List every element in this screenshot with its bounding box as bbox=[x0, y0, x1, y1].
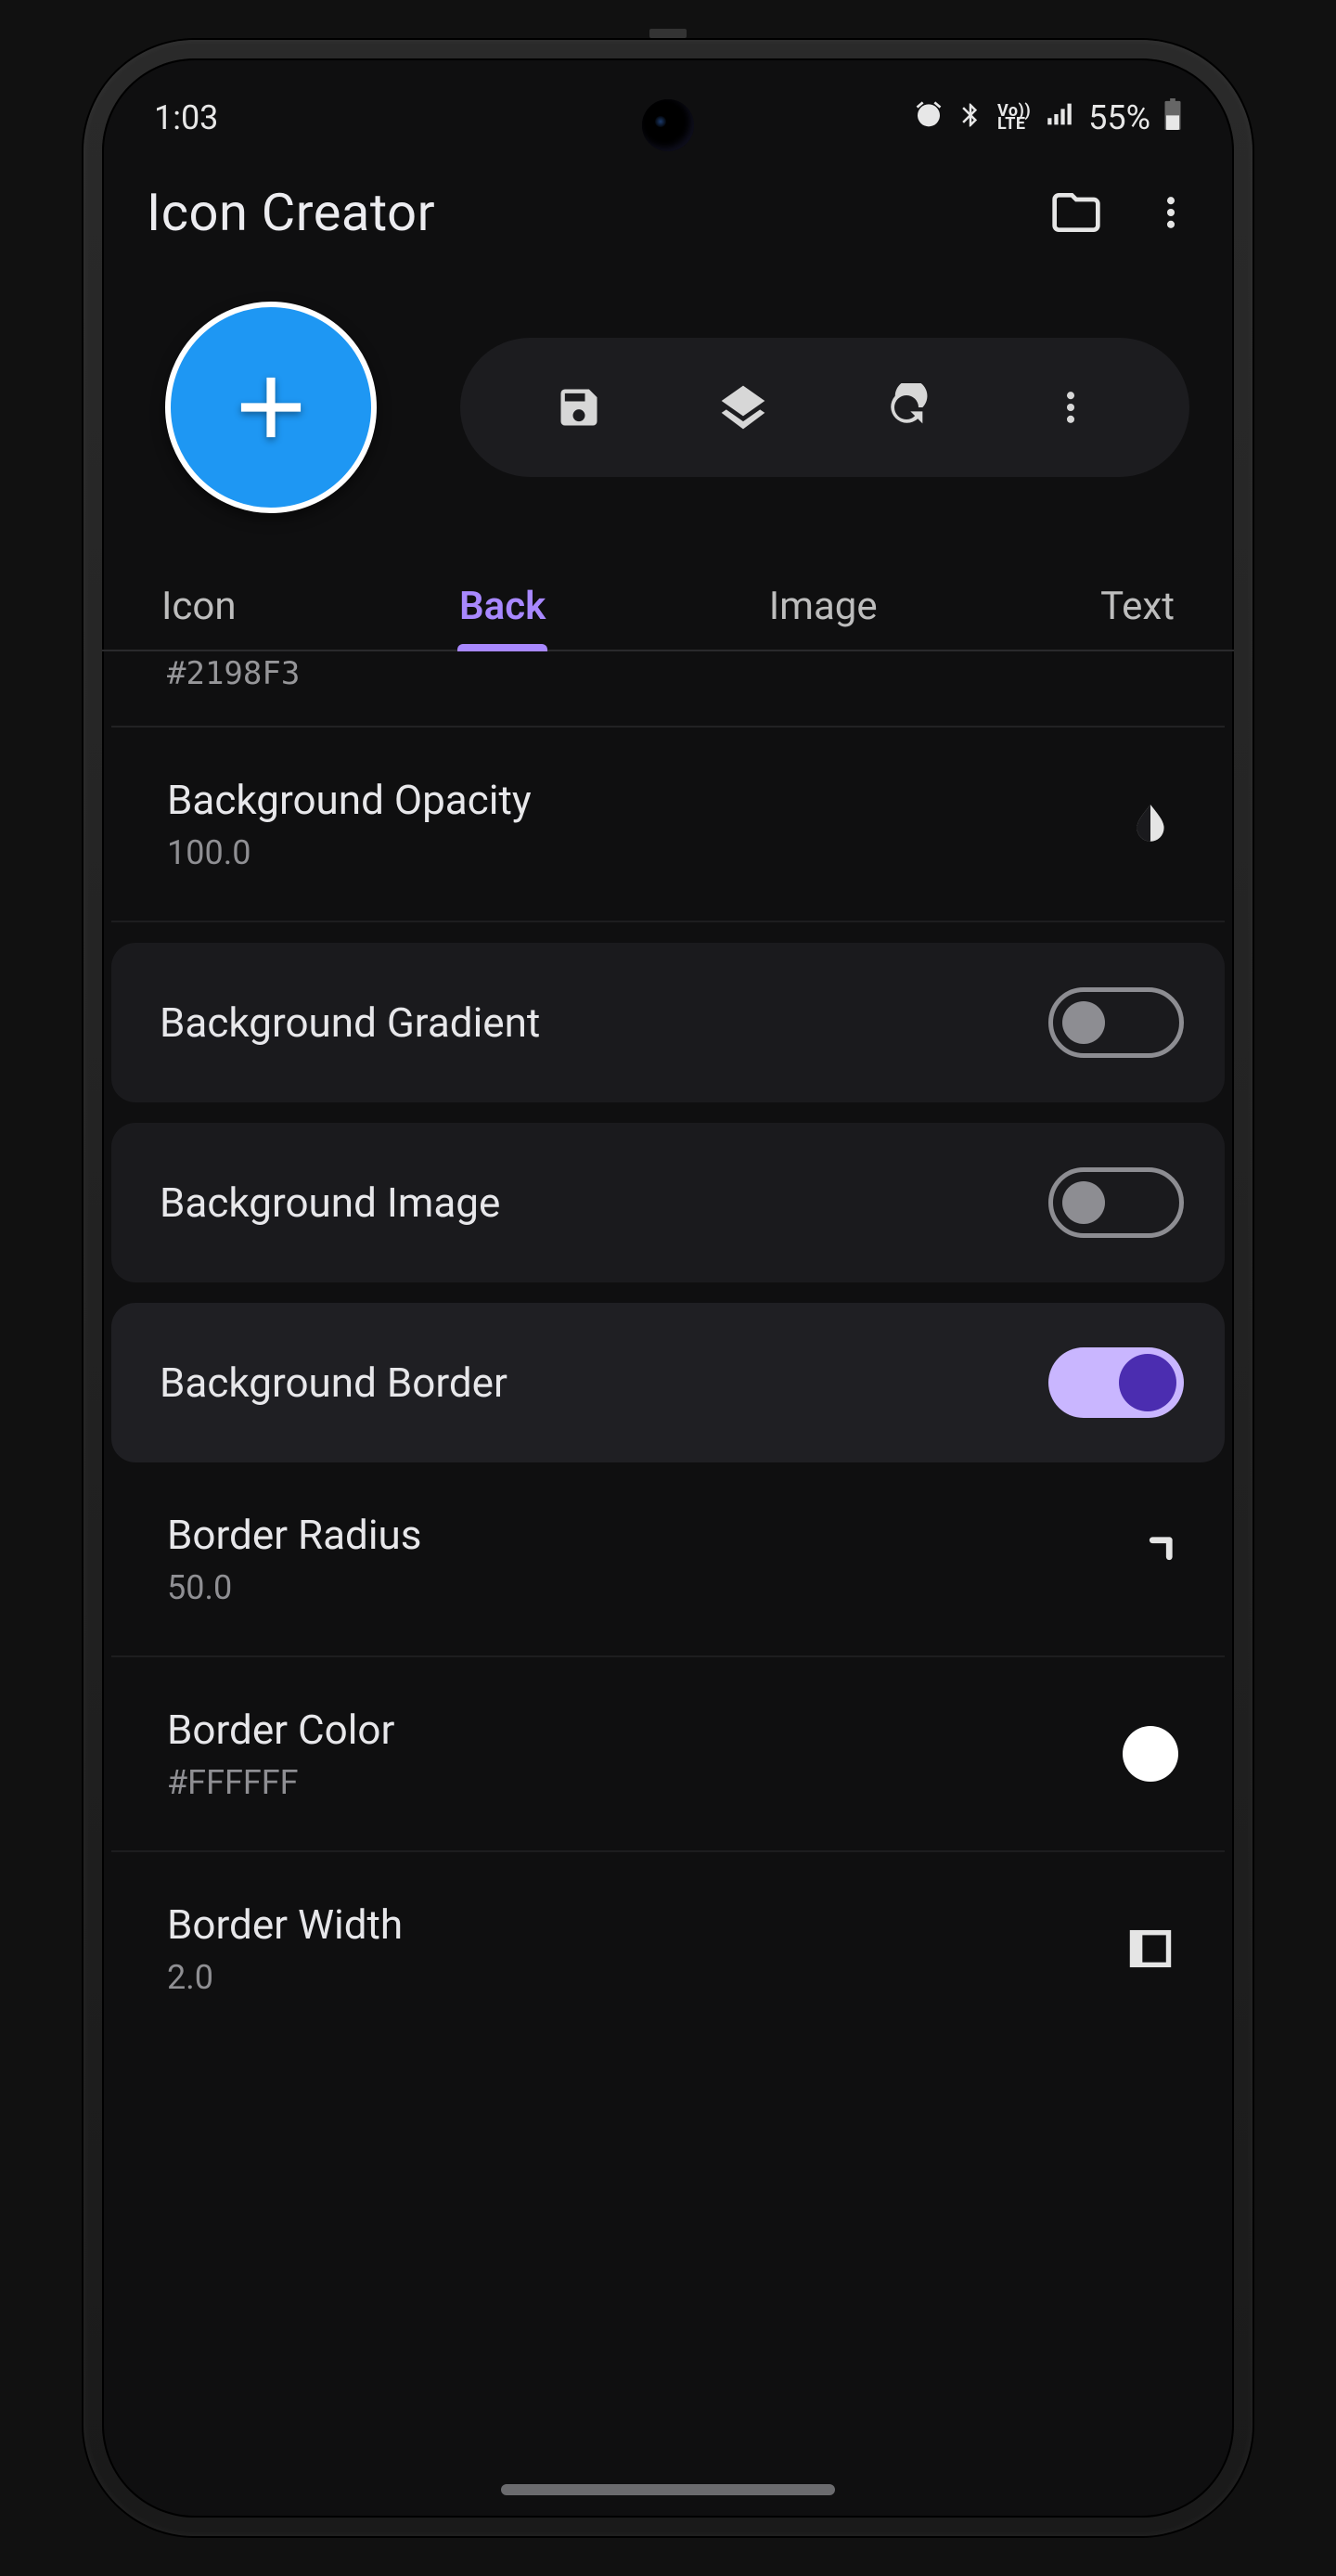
border-color-value: #FFFFFF bbox=[167, 1763, 394, 1802]
row-background-gradient[interactable]: Background Gradient bbox=[111, 943, 1225, 1102]
border-color-label: Border Color bbox=[167, 1706, 394, 1754]
opacity-icon bbox=[1123, 796, 1178, 852]
layers-button[interactable] bbox=[711, 375, 776, 440]
toolbox bbox=[460, 338, 1189, 477]
border-radius-value: 50.0 bbox=[167, 1568, 422, 1607]
tab-image[interactable]: Image bbox=[762, 569, 885, 644]
row-border-width[interactable]: Border Width 2.0 bbox=[111, 1852, 1225, 2045]
status-icons: Vo))LTE 55% bbox=[914, 98, 1182, 138]
tab-text[interactable]: Text bbox=[1093, 569, 1182, 644]
background-image-label: Background Image bbox=[160, 1179, 500, 1227]
background-color-value-cutoff[interactable]: #2198F3 bbox=[111, 651, 1225, 728]
signal-icon bbox=[1044, 98, 1075, 138]
border-color-swatch bbox=[1123, 1726, 1178, 1782]
reset-button[interactable] bbox=[874, 375, 939, 440]
toolbox-more-button[interactable] bbox=[1038, 375, 1103, 440]
bluetooth-icon bbox=[957, 98, 984, 137]
row-background-opacity[interactable]: Background Opacity 100.0 bbox=[111, 728, 1225, 922]
icon-preview[interactable] bbox=[165, 302, 377, 513]
page-title: Icon Creator bbox=[147, 182, 435, 243]
open-folder-button[interactable] bbox=[1043, 179, 1110, 246]
background-border-label: Background Border bbox=[160, 1359, 507, 1407]
battery-percent: 55% bbox=[1088, 98, 1150, 137]
preview-row bbox=[102, 264, 1234, 541]
tab-back[interactable]: Back bbox=[452, 569, 553, 644]
settings-list: #2198F3 Background Opacity 100.0 Backgro… bbox=[102, 651, 1234, 2045]
volte-icon: Vo))LTE bbox=[997, 105, 1031, 132]
background-image-switch[interactable] bbox=[1048, 1167, 1184, 1238]
background-opacity-label: Background Opacity bbox=[167, 776, 532, 824]
gesture-nav-bar[interactable] bbox=[501, 2484, 835, 2495]
app-bar: Icon Creator bbox=[102, 161, 1234, 264]
alarm-icon bbox=[914, 98, 944, 137]
tab-row: Icon Back Image Text bbox=[102, 541, 1234, 644]
row-border-radius[interactable]: Border Radius 50.0 bbox=[111, 1462, 1225, 1657]
row-background-border[interactable]: Background Border bbox=[111, 1303, 1225, 1462]
border-radius-label: Border Radius bbox=[167, 1511, 422, 1559]
phone-frame: 1:03 Vo))LTE 55% Icon Creator bbox=[84, 40, 1252, 2536]
background-gradient-switch[interactable] bbox=[1048, 987, 1184, 1058]
screen: 1:03 Vo))LTE 55% Icon Creator bbox=[102, 58, 1234, 2518]
border-width-icon bbox=[1123, 1921, 1178, 1977]
background-opacity-value: 100.0 bbox=[167, 833, 532, 872]
battery-icon bbox=[1163, 98, 1182, 138]
tab-icon[interactable]: Icon bbox=[154, 569, 244, 644]
background-gradient-label: Background Gradient bbox=[160, 998, 540, 1047]
row-border-color[interactable]: Border Color #FFFFFF bbox=[111, 1657, 1225, 1852]
save-button[interactable] bbox=[546, 375, 611, 440]
more-menu-button[interactable] bbox=[1137, 179, 1204, 246]
border-width-label: Border Width bbox=[167, 1900, 403, 1949]
background-border-switch[interactable] bbox=[1048, 1347, 1184, 1418]
camera-punch-hole bbox=[642, 99, 694, 151]
row-background-image[interactable]: Background Image bbox=[111, 1123, 1225, 1282]
border-radius-icon bbox=[1123, 1531, 1178, 1587]
border-width-value: 2.0 bbox=[167, 1958, 403, 1997]
status-time: 1:03 bbox=[154, 98, 218, 137]
